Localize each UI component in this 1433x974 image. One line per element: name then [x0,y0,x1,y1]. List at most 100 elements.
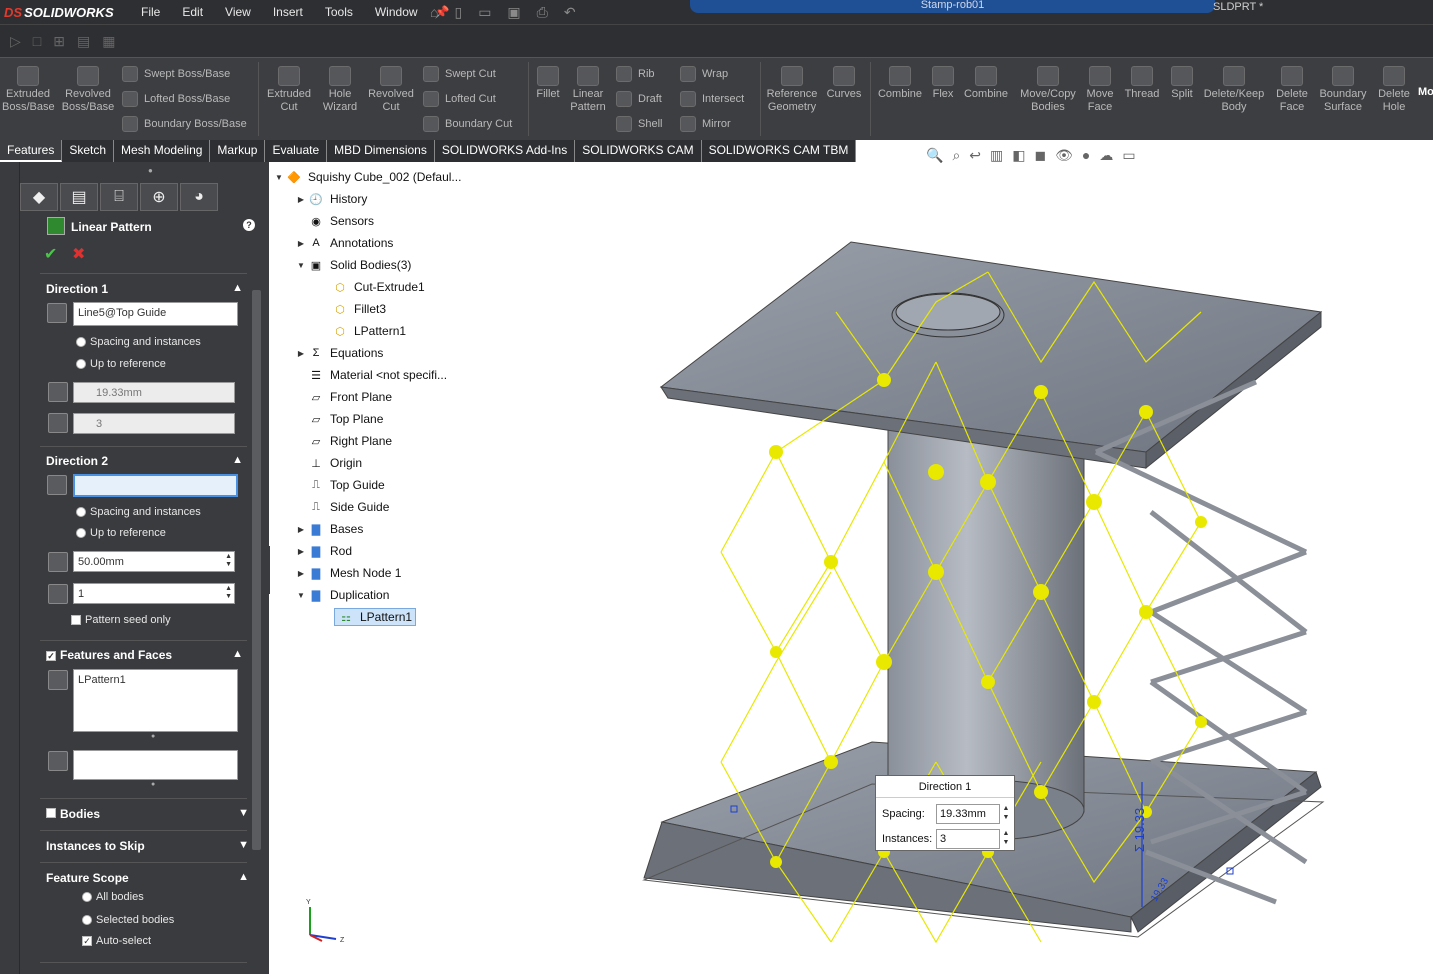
hide-show-icon[interactable]: 👁 [1055,147,1073,164]
faces-list-box[interactable] [73,750,238,780]
resize-grip[interactable]: ● [151,733,155,740]
tab-mbd-dimensions[interactable]: MBD Dimensions [327,140,435,162]
revolved-cut-button[interactable]: Revolved Cut [366,66,416,114]
previous-view-icon[interactable]: ↩ [969,147,981,164]
direction-edge-icon[interactable] [47,303,67,323]
combine-button-1[interactable]: Combine [874,66,926,101]
intersect-button[interactable]: Intersect [680,91,744,107]
menu-view[interactable]: View [214,5,262,19]
tab-solidworks-cam-tbm[interactable]: SOLIDWORKS CAM TBM [701,140,857,162]
view-orientation-icon[interactable]: ◧ [1012,147,1025,164]
swept-cut-button[interactable]: Swept Cut [423,66,496,82]
menu-file[interactable]: File [130,5,171,19]
selected-bodies-radio[interactable]: Selected bodies [82,914,174,926]
pm-scrollbar[interactable] [249,274,264,974]
solidworks-logo[interactable]: DS SOLIDWORKS [0,5,130,20]
delete-face-button[interactable]: Delete Face [1270,66,1314,114]
dir1-instances-field[interactable]: 3 [73,413,235,434]
property-manager-tab-icon[interactable]: ▤ [60,183,98,211]
tab-markup[interactable]: Markup [210,140,266,162]
spinner-icon[interactable]: ▲ ▼ [1000,829,1012,849]
feature-scope-header[interactable]: Feature Scope ▲ [46,871,253,885]
open-icon[interactable]: ▭ [478,4,491,21]
thread-button[interactable]: Thread [1122,66,1162,101]
dir2-instances-field[interactable]: 1 ▲ ▼ [73,583,235,604]
move-face-button[interactable]: Move Face [1082,66,1118,114]
callout-instances-field[interactable]: 3 [936,829,1000,849]
boundary-boss-button[interactable]: Boundary Boss/Base [122,116,247,132]
hole-wizard-button[interactable]: Hole Wizard [318,66,362,114]
expand-icon[interactable]: ▼ [238,839,249,851]
spinner-icon[interactable]: ▲ ▼ [225,585,232,601]
dir2-spacing-field[interactable]: 50.00mm ▲ ▼ [73,551,235,572]
display-style-icon[interactable]: ◼ [1034,147,1046,164]
pm-grip[interactable]: ● [148,166,153,175]
tab-sketch[interactable]: Sketch [62,140,115,162]
ok-icon[interactable]: ✔ [44,244,57,264]
collapse-icon[interactable]: ▲ [238,871,249,883]
undo-icon[interactable]: ↶ [564,4,576,21]
wrap-button[interactable]: Wrap [680,66,728,82]
split-button[interactable]: Split [1166,66,1198,101]
menu-window[interactable]: Window [364,5,429,19]
menu-tools[interactable]: Tools [314,5,364,19]
linear-pattern-button[interactable]: Linear Pattern [566,66,610,114]
tab-evaluate[interactable]: Evaluate [265,140,328,162]
collapse-icon[interactable]: ▲ [232,648,243,660]
zoom-to-fit-icon[interactable]: 🔍 [926,147,943,164]
scroll-thumb[interactable] [252,290,261,850]
direction-edge-icon[interactable] [47,475,67,495]
mirror-button[interactable]: Mirror [680,116,731,132]
dir1-spacing-field[interactable]: 19.33mm [73,382,235,403]
revolved-boss-button[interactable]: Revolved Boss/Base [60,66,116,114]
dir2-spacing-radio[interactable]: Spacing and instances [76,506,201,518]
boundary-cut-button[interactable]: Boundary Cut [423,116,512,132]
save-icon[interactable]: ▣ [507,4,520,21]
features-list-box[interactable]: LPattern1 [73,669,238,732]
shell-button[interactable]: Shell [616,116,662,132]
direction1-header[interactable]: Direction 1 ▲ [46,282,253,296]
display-settings-icon[interactable]: ▭ [1122,147,1135,164]
document-tab[interactable]: Stamp-rob01 [690,0,1215,13]
record-icon[interactable]: ⊞ [53,33,65,50]
features-faces-header[interactable]: ✓ Features and Faces ▲ [46,648,253,662]
curves-button[interactable]: Curves [824,66,864,101]
section-view-icon[interactable]: ▥ [990,147,1003,164]
macro-icon[interactable]: ▤ [77,33,90,50]
flex-button[interactable]: Flex [928,66,958,101]
pattern-seed-only-checkbox[interactable]: Pattern seed only [71,614,171,626]
lofted-boss-button[interactable]: Lofted Boss/Base [122,91,230,107]
delete-keep-body-button[interactable]: Delete/Keep Body [1202,66,1266,114]
extruded-cut-button[interactable]: Extruded Cut [264,66,314,114]
help-icon[interactable]: ? [243,219,255,231]
menu-insert[interactable]: Insert [262,5,314,19]
home-icon[interactable]: ⌂ [430,4,438,20]
checkbox-icon[interactable] [46,808,56,818]
tab-mesh-modeling[interactable]: Mesh Modeling [114,140,211,162]
spinner-icon[interactable]: ▲ ▼ [225,553,232,569]
menu-edit[interactable]: Edit [171,5,214,19]
rib-button[interactable]: Rib [616,66,655,82]
combine-button-2[interactable]: Combine [960,66,1012,101]
spinner-icon[interactable]: ▲ ▼ [1000,804,1012,824]
bodies-header[interactable]: Bodies ▼ [46,807,253,821]
swept-boss-button[interactable]: Swept Boss/Base [122,66,230,82]
configuration-manager-tab-icon[interactable]: ⌸ [100,183,138,211]
tab-solidworks-add-ins[interactable]: SOLIDWORKS Add-Ins [434,140,576,162]
scene-icon[interactable]: ☁ [1099,147,1113,164]
play-icon[interactable]: ▷ [10,33,21,50]
more-button[interactable]: Mo [1418,86,1433,99]
direction1-edge-field[interactable]: Line5@Top Guide [73,302,238,326]
dir2-upto-radio[interactable]: Up to reference [76,527,166,539]
direction2-header[interactable]: Direction 2 ▲ [46,454,253,468]
instances-to-skip-header[interactable]: Instances to Skip ▼ [46,839,253,853]
direction2-edge-field[interactable] [73,474,238,497]
draft-button[interactable]: Draft [616,91,662,107]
extruded-boss-button[interactable]: Extruded Boss/Base [2,66,55,114]
stop-icon[interactable]: □ [33,33,41,49]
edit-macro-icon[interactable]: ▦ [102,33,115,50]
display-manager-tab-icon[interactable]: ◕ [180,183,218,211]
new-icon[interactable]: ▯ [454,4,462,21]
move-copy-bodies-button[interactable]: Move/Copy Bodies [1016,66,1080,114]
reference-geometry-button[interactable]: Reference Geometry [764,66,820,114]
